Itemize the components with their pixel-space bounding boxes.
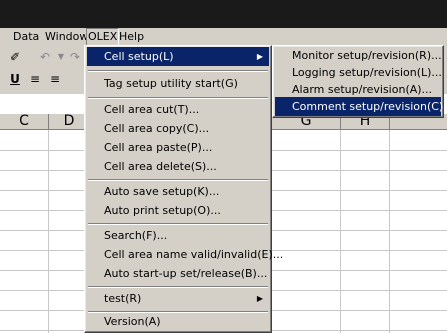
menu-item-auto-print[interactable]: Auto print setup(O)...: [87, 201, 269, 220]
align-left-icon[interactable]: ≡: [26, 70, 44, 88]
menu-olex[interactable]: OLEX: [86, 28, 120, 46]
menu-item-test[interactable]: test(R) ▶: [87, 289, 269, 308]
menu-separator: [88, 70, 268, 72]
menu-item-cell-setup[interactable]: Cell setup(L) ▶: [87, 47, 269, 66]
grid-line: [389, 130, 390, 333]
menu-separator: [88, 286, 268, 288]
column-header-c[interactable]: C: [0, 114, 49, 129]
menu-item-auto-startup[interactable]: Auto start-up set/release(B)...: [87, 264, 269, 283]
title-bar: [0, 0, 447, 28]
grid-line: [48, 130, 49, 333]
menu-item-cell-area-cut[interactable]: Cell area cut(T)...: [87, 100, 269, 119]
menu-window[interactable]: Window: [44, 28, 89, 46]
cell-setup-submenu: Monitor setup/revision(R)... Logging set…: [272, 45, 447, 118]
submenu-arrow-icon: ▶: [256, 52, 263, 61]
menu-item-cell-area-name[interactable]: Cell area name valid/invalid(E)...: [87, 245, 283, 264]
pen-icon[interactable]: ✐: [6, 48, 24, 66]
menu-item-search[interactable]: Search(F)...: [87, 226, 269, 245]
menu-item-auto-save[interactable]: Auto save setup(K)...: [87, 182, 269, 201]
grid-line: [340, 130, 341, 333]
align-center-icon[interactable]: ≡: [46, 70, 64, 88]
menu-item-label: test(R): [104, 292, 142, 305]
underline-button[interactable]: U: [6, 70, 24, 88]
submenu-arrow-icon: ▶: [256, 294, 263, 303]
menu-item-label: Cell setup(L): [104, 50, 174, 63]
menu-item-cell-area-paste[interactable]: Cell area paste(P)...: [87, 138, 269, 157]
olex-dropdown-menu: Cell setup(L) ▶ Tag setup utility start(…: [84, 45, 283, 333]
redo-icon[interactable]: ↷: [66, 48, 84, 66]
menu-data[interactable]: Data: [12, 28, 40, 46]
menu-item-cell-area-copy[interactable]: Cell area copy(C)...: [87, 119, 269, 138]
menu-separator: [88, 179, 268, 181]
menu-item-tag-setup[interactable]: Tag setup utility start(G): [87, 74, 269, 93]
menu-help[interactable]: Help: [118, 28, 145, 46]
menu-item-version[interactable]: Version(A): [87, 312, 269, 331]
menu-item-comment-setup[interactable]: Comment setup/revision(C)...: [275, 97, 447, 116]
menu-separator: [88, 97, 268, 99]
menu-item-cell-area-delete[interactable]: Cell area delete(S)...: [87, 157, 269, 176]
menu-separator: [88, 223, 268, 225]
menu-bar: Data Window OLEX Help: [0, 28, 447, 46]
